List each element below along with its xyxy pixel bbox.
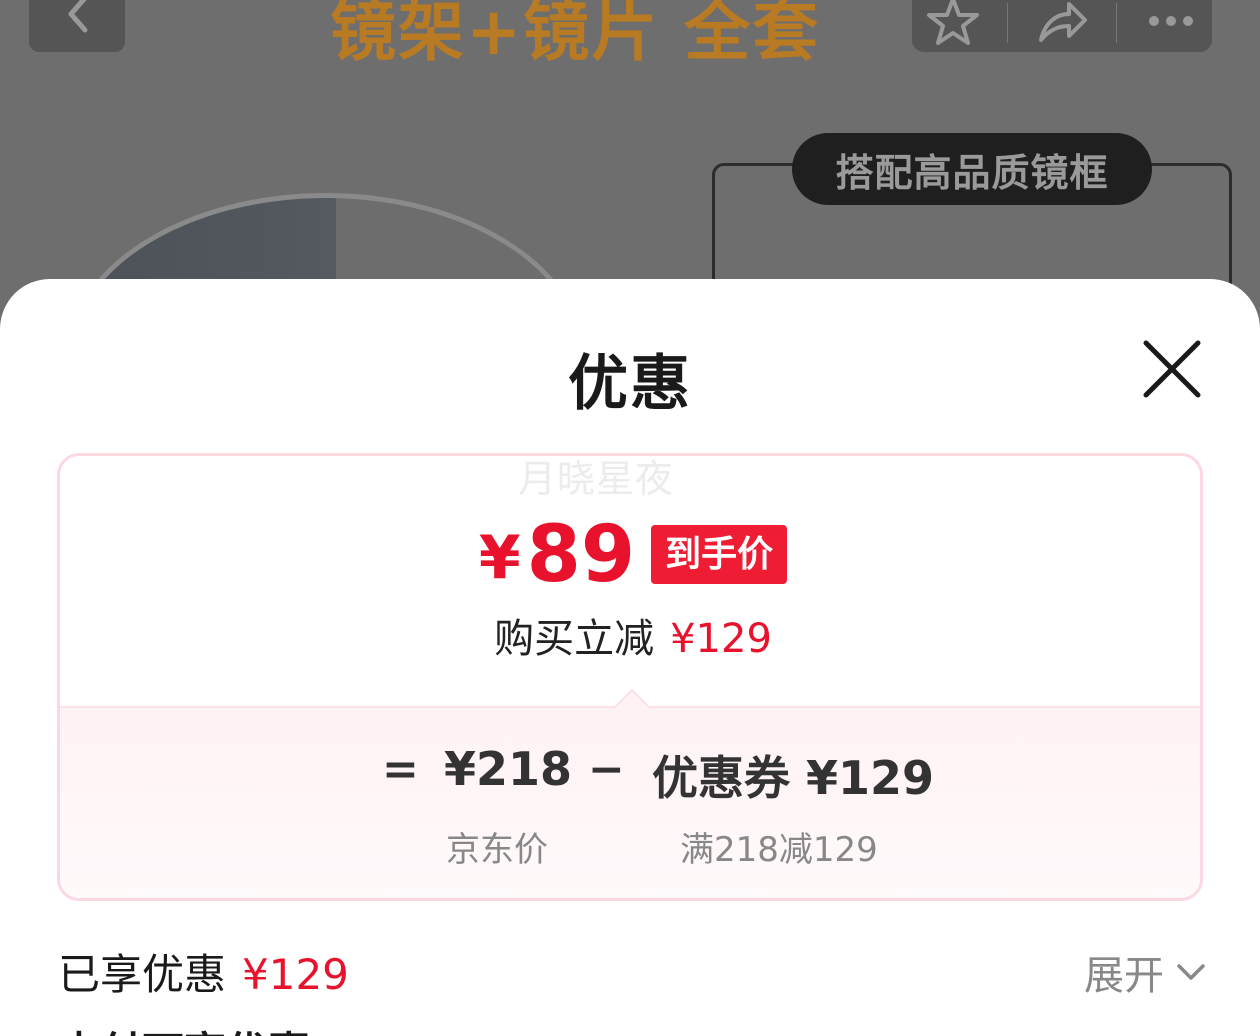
sheet-title: 优惠 [568, 349, 692, 419]
expand-button[interactable]: 展开 [1084, 943, 1206, 1001]
favorite-button[interactable] [926, 0, 980, 50]
original-price-label: 京东价 [446, 830, 548, 870]
payment-discount-heading: 支付可享优惠 [58, 1019, 310, 1036]
calc-pointer [613, 688, 651, 726]
original-price: ¥218 [444, 742, 573, 796]
enjoyed-discount-amount: ¥129 [242, 950, 349, 999]
coupon-condition-label: 满218减129 [680, 830, 878, 870]
action-divider [1116, 3, 1118, 43]
top-action-bar [912, 0, 1212, 52]
discount-bottom-sheet: 优惠 月晓星夜 ¥ 89 到手价 购买立减 ¥129 = ¥218 − 优惠券 … [0, 279, 1260, 1036]
close-icon [1143, 340, 1201, 398]
share-icon [1038, 2, 1087, 42]
watermark: 月晓星夜 [518, 457, 675, 501]
action-divider [1006, 3, 1008, 43]
enjoyed-discount-label: 已享优惠 [58, 950, 227, 999]
more-button[interactable] [1144, 0, 1198, 50]
back-button[interactable] [29, 0, 125, 52]
background-headline: 镜架+镜片 全套 [330, 0, 821, 70]
instant-discount-amount: ¥129 [670, 616, 772, 662]
expand-label: 展开 [1084, 953, 1164, 999]
star-icon [926, 0, 979, 45]
coupon-value: 优惠券 ¥129 [652, 751, 935, 805]
instant-discount-line: 购买立减 ¥129 [60, 606, 1200, 664]
minus-sign: − [588, 744, 625, 795]
price-breakdown-card: 月晓星夜 ¥ 89 到手价 购买立减 ¥129 = ¥218 − 优惠券 ¥129… [57, 453, 1203, 901]
background-product-image: 镜架+镜片 全套 搭配高品质镜框 [0, 0, 1260, 320]
back-icon [68, 0, 88, 33]
chevron-down-icon [1177, 964, 1205, 980]
enjoyed-discount-row: 已享优惠 ¥129 [58, 941, 349, 1002]
price-calculation: = ¥218 − 优惠券 ¥129 京东价 满218减129 [60, 688, 1200, 898]
background-feature-tag: 搭配高品质镜框 [792, 133, 1152, 205]
final-price-value: 89 [526, 510, 636, 600]
more-icon [1149, 16, 1194, 26]
share-button[interactable] [1035, 0, 1089, 50]
final-price-row: ¥ 89 到手价 [60, 510, 1200, 600]
instant-discount-label: 购买立减 [494, 616, 655, 662]
final-price-badge: 到手价 [651, 524, 788, 584]
close-button[interactable] [1138, 335, 1206, 403]
screen: 镜架+镜片 全套 搭配高品质镜框 优惠 月晓星夜 ¥ 89 到手价 购买立减 ¥… [0, 0, 1260, 1036]
final-price-currency: ¥ [478, 523, 521, 593]
equals-sign: = [382, 744, 419, 795]
